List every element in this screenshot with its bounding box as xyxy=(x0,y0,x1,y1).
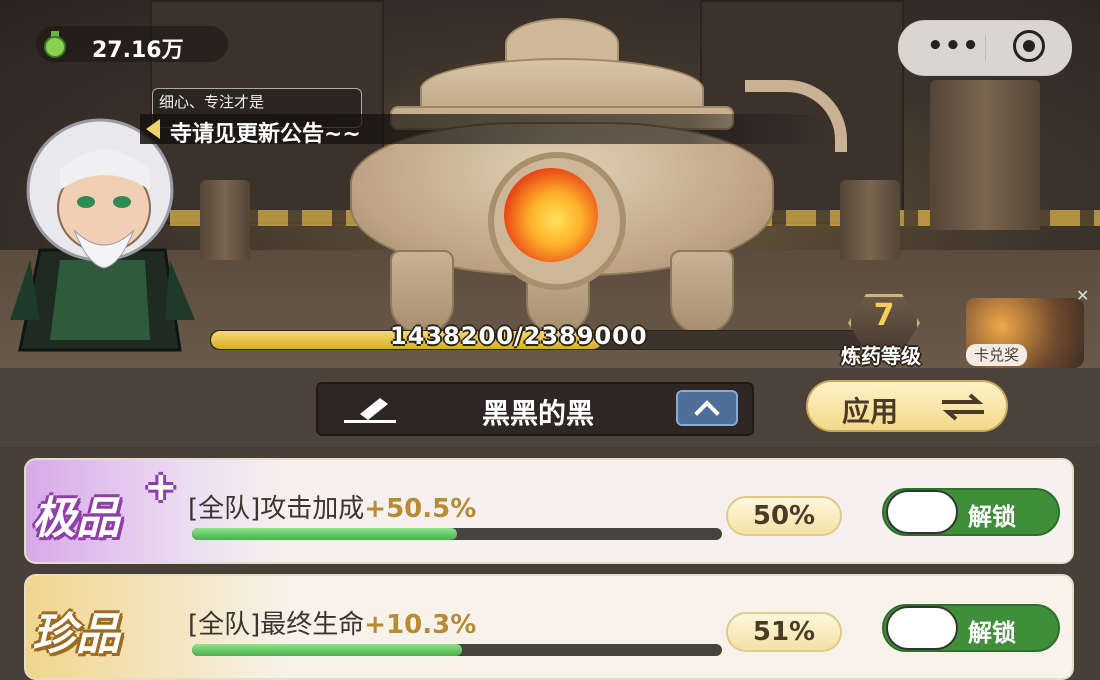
attribute-progress-fill xyxy=(192,644,463,656)
pillar-right xyxy=(840,180,900,260)
attribute-progress-fill xyxy=(192,528,457,540)
toggle-label: 解锁 xyxy=(968,619,1016,647)
percent-badge: 50% xyxy=(726,496,842,536)
alchemy-exp-text: 1438200/2389000 xyxy=(390,322,648,350)
grade-label: 极品 xyxy=(32,493,120,544)
attribute-progress-bar xyxy=(192,528,722,540)
preset-control-row: 黑黑的黑 应用 xyxy=(0,368,1100,446)
attribute-card: 珍品 [全队]最终生命+10.3% 51% 解锁 xyxy=(24,574,1074,680)
miniprogram-capsule: ••• xyxy=(898,20,1072,76)
attribute-text: [全队]最终生命+10.3% xyxy=(188,604,476,641)
announcement-bar[interactable]: 寺请见更新公告~~ xyxy=(140,114,830,147)
ad-label: 卡兑奖 xyxy=(966,344,1028,366)
more-icon[interactable]: ••• xyxy=(927,31,980,61)
attribute-card: 极品 + [全队]攻击加成+50.5% 50% 解锁 xyxy=(24,458,1074,564)
attribute-name: [全队]最终生命 xyxy=(188,610,365,640)
attribute-progress-bar xyxy=(192,644,722,656)
pagoda-right xyxy=(930,80,1040,230)
alchemy-level-badge[interactable]: 7 炼药等级 xyxy=(822,294,940,368)
toggle-knob xyxy=(886,606,958,650)
apply-label: 应用 xyxy=(842,395,899,428)
chevron-up-icon[interactable] xyxy=(676,390,738,426)
speaker-icon xyxy=(146,119,160,139)
alchemy-level-value: 7 xyxy=(873,298,895,333)
swap-icon xyxy=(942,393,984,421)
alchemy-level-label: 炼药等级 xyxy=(841,344,921,368)
alchemy-cauldron[interactable] xyxy=(290,10,847,340)
edit-icon[interactable] xyxy=(342,394,398,424)
cauldron-leg-right xyxy=(670,250,734,334)
toggle-knob xyxy=(886,490,958,534)
preset-name-box[interactable]: 黑黑的黑 xyxy=(316,382,754,436)
grade-plus: + xyxy=(144,464,178,510)
attribute-bonus: +10.3% xyxy=(364,610,477,640)
capsule-divider xyxy=(985,35,986,61)
ad-close-icon[interactable]: ✕ xyxy=(1076,286,1089,305)
forge-scene: 1438200/2389000 细心、专注才是 寺请见更新公告~~ 27.16万… xyxy=(0,0,1100,368)
unlock-toggle[interactable]: 解锁 xyxy=(882,488,1060,536)
currency-display[interactable]: 27.16万 xyxy=(36,26,228,63)
attribute-text: [全队]攻击加成+50.5% xyxy=(188,488,476,525)
announcement-text: 寺请见更新公告~~ xyxy=(170,122,361,147)
close-miniprogram-icon[interactable] xyxy=(1013,30,1045,62)
fire-icon xyxy=(504,168,598,262)
potion-icon xyxy=(44,31,66,58)
apply-button[interactable]: 应用 xyxy=(806,380,1008,432)
toggle-label: 解锁 xyxy=(968,503,1016,531)
percent-badge: 51% xyxy=(726,612,842,652)
currency-value: 27.16万 xyxy=(92,38,184,63)
attribute-name: [全队]攻击加成 xyxy=(188,494,365,524)
grade-label: 珍品 xyxy=(32,609,120,660)
attribute-bonus: +50.5% xyxy=(364,494,477,524)
unlock-toggle[interactable]: 解锁 xyxy=(882,604,1060,652)
preset-name: 黑黑的黑 xyxy=(481,397,594,430)
ad-thumbnail[interactable]: 卡兑奖 xyxy=(966,298,1092,368)
